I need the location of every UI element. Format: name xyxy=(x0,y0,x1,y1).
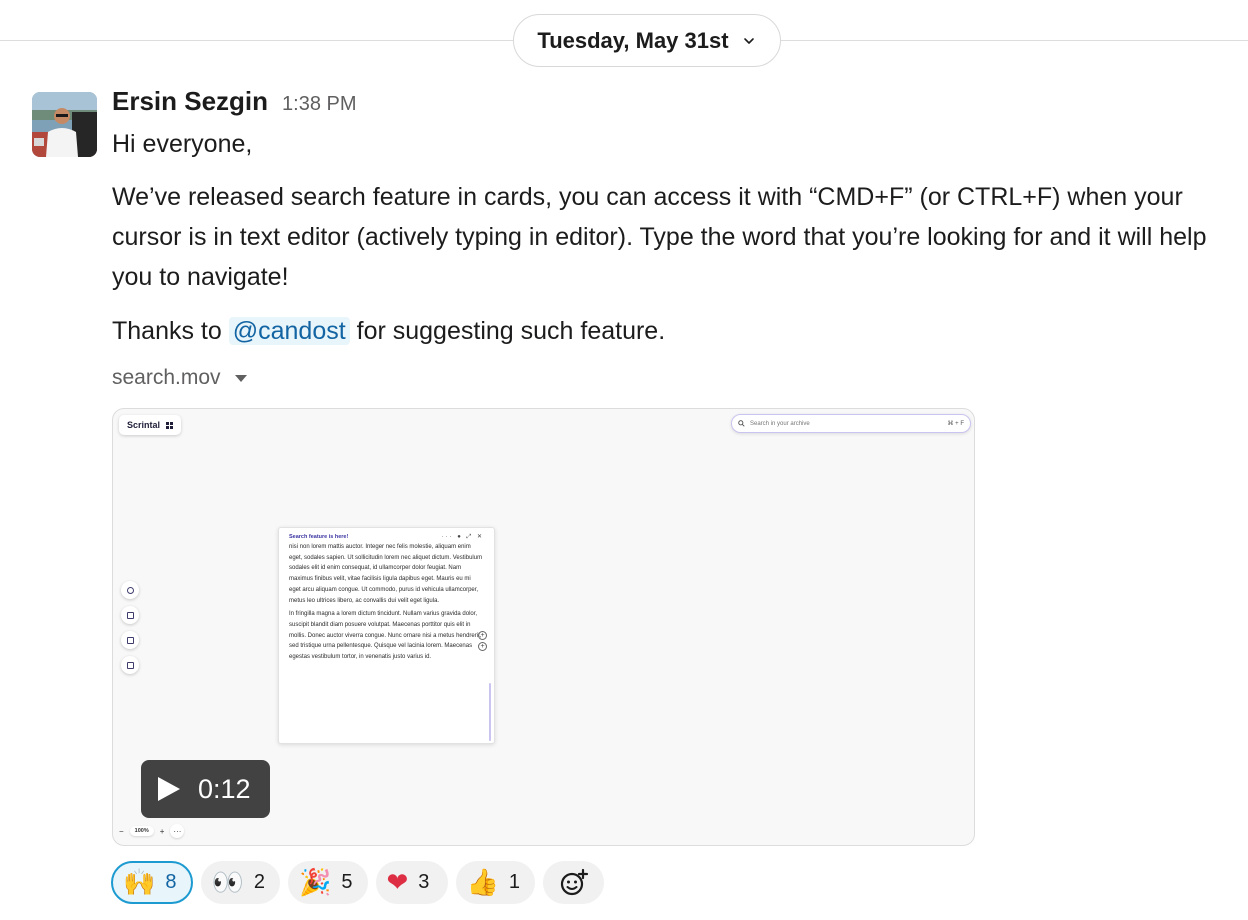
play-icon xyxy=(158,777,180,801)
reaction-count: 2 xyxy=(253,871,265,893)
message-header: Ersin Sezgin 1:38 PM xyxy=(112,86,1248,126)
attachment-header: search.mov xyxy=(112,361,1248,395)
preview-zoom-level: 100% xyxy=(129,826,154,836)
reaction-count: 8 xyxy=(165,871,177,893)
reaction-count: 5 xyxy=(341,871,353,893)
timestamp[interactable]: 1:38 PM xyxy=(282,93,356,116)
thumbs-up-icon: 👍 xyxy=(466,867,499,898)
preview-toolbar xyxy=(121,581,139,674)
reaction-count: 1 xyxy=(508,871,520,893)
card-actions-icon: ··· ● ⤢ ✕ xyxy=(441,533,484,540)
reactions-bar: 🙌 8 👀 2 🎉 5 ❤ 3 👍 1 xyxy=(111,861,604,904)
preview-card-title: Search feature is here! xyxy=(289,533,349,540)
card-icon xyxy=(121,606,139,624)
date-label: Tuesday, May 31st xyxy=(537,27,729,53)
preview-card-paragraph: nisi non lorem mattis auctor. Integer ne… xyxy=(289,544,483,604)
add-reaction-button[interactable] xyxy=(543,861,604,904)
preview-zoom-controls: − 100% + ··· xyxy=(119,823,185,839)
zoom-in-icon: + xyxy=(159,826,165,836)
user-mention[interactable]: @candost xyxy=(228,317,350,345)
table-icon xyxy=(121,656,139,674)
attachment-file-name[interactable]: search.mov xyxy=(112,366,221,390)
date-divider-button[interactable]: Tuesday, May 31st xyxy=(513,14,781,67)
preview-search-shortcut: ⌘ + F xyxy=(947,421,964,427)
play-button[interactable]: 0:12 xyxy=(141,760,270,818)
more-icon: ··· xyxy=(170,824,185,838)
preview-app-logo: Scrintal xyxy=(119,415,182,435)
caret-down-icon[interactable] xyxy=(234,374,247,382)
plus-circle-icon: + xyxy=(478,631,487,640)
message-thanks: Thanks to @candost for suggesting such f… xyxy=(112,311,1248,351)
preview-card: Search feature is here! ··· ● ⤢ ✕ nisi n… xyxy=(278,527,495,744)
thanks-text-before: Thanks to xyxy=(112,317,229,345)
reaction-raised-hands[interactable]: 🙌 8 xyxy=(111,861,193,904)
preview-card-scrollbar xyxy=(489,683,491,741)
reaction-eyes[interactable]: 👀 2 xyxy=(200,861,280,904)
preview-card-header: Search feature is here! ··· ● ⤢ ✕ xyxy=(289,532,484,541)
reaction-tada[interactable]: 🎉 5 xyxy=(288,861,368,904)
add-reaction-icon xyxy=(560,868,588,895)
message: Ersin Sezgin 1:38 PM Hi everyone, We’ve … xyxy=(112,86,1248,395)
video-duration: 0:12 xyxy=(198,773,251,804)
video-player[interactable]: Scrintal Search in your archive ⌘ + F Se… xyxy=(112,408,975,846)
reaction-thumbs-up[interactable]: 👍 1 xyxy=(455,861,535,904)
party-popper-icon: 🎉 xyxy=(299,867,332,898)
preview-search-placeholder: Search in your archive xyxy=(750,420,810,427)
eyes-icon: 👀 xyxy=(211,867,244,898)
raised-hands-icon: 🙌 xyxy=(123,867,156,898)
heart-icon: ❤ xyxy=(386,867,409,898)
preview-search-bar: Search in your archive ⌘ + F xyxy=(731,414,971,433)
message-body: We’ve released search feature in cards, … xyxy=(112,183,1207,291)
chevron-down-icon xyxy=(743,37,754,44)
reaction-heart[interactable]: ❤ 3 xyxy=(375,861,448,904)
zoom-out-icon: − xyxy=(119,826,124,836)
reaction-count: 3 xyxy=(418,871,430,893)
avatar[interactable] xyxy=(32,92,97,157)
thanks-text-after: for suggesting such feature. xyxy=(349,317,666,345)
move-icon xyxy=(121,581,139,599)
grid-icon xyxy=(166,421,174,429)
preview-app-name: Scrintal xyxy=(127,420,161,430)
calendar-icon xyxy=(121,631,139,649)
message-greeting: Hi everyone, xyxy=(112,130,253,158)
preview-card-paragraph: In fringilla magna a lorem dictum tincid… xyxy=(289,611,482,661)
author-name[interactable]: Ersin Sezgin xyxy=(112,86,268,117)
plus-circle-icon: + xyxy=(478,642,487,651)
search-icon xyxy=(738,420,745,427)
